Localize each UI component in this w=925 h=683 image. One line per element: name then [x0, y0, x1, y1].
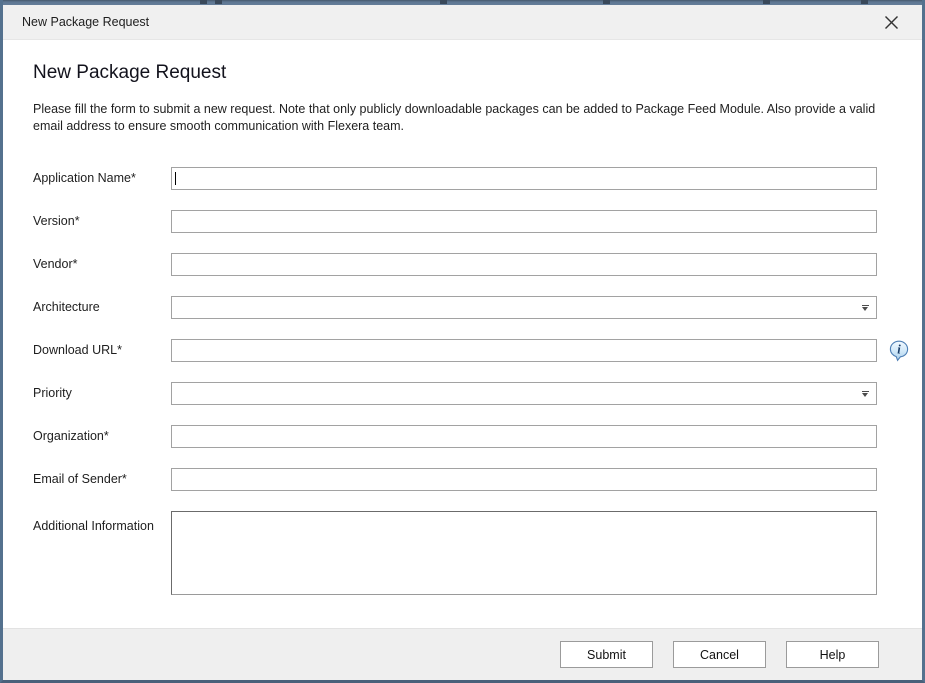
- organization-label: Organization*: [33, 425, 171, 443]
- dialog-content: New Package Request Please fill the form…: [3, 40, 922, 628]
- additional-information-label: Additional Information: [33, 511, 171, 533]
- architecture-label: Architecture: [33, 296, 171, 314]
- submit-button[interactable]: Submit: [560, 641, 653, 668]
- background-artifact: [861, 0, 868, 4]
- download-url-label: Download URL*: [33, 339, 171, 357]
- chevron-down-icon: [862, 391, 869, 397]
- background-artifact: [603, 0, 610, 4]
- priority-dropdown[interactable]: [171, 382, 877, 405]
- cancel-button[interactable]: Cancel: [673, 641, 766, 668]
- new-package-request-dialog: New Package Request New Package Request …: [0, 0, 925, 683]
- architecture-dropdown[interactable]: [171, 296, 877, 319]
- page-title: New Package Request: [33, 61, 877, 85]
- form-row-version: Version*: [33, 210, 877, 233]
- form-row-architecture: Architecture: [33, 296, 877, 319]
- request-form: Application Name* Version* Vendor* Archi…: [33, 167, 877, 595]
- email-of-sender-input[interactable]: [171, 468, 877, 491]
- svg-text:i: i: [897, 343, 901, 357]
- background-artifact: [440, 0, 447, 4]
- info-icon[interactable]: i: [887, 339, 911, 363]
- help-button[interactable]: Help: [786, 641, 879, 668]
- form-row-vendor: Vendor*: [33, 253, 877, 276]
- additional-information-textarea[interactable]: [171, 511, 877, 595]
- background-artifact: [763, 0, 770, 4]
- background-artifact: [200, 0, 207, 4]
- form-row-organization: Organization*: [33, 425, 877, 448]
- chevron-down-icon: [862, 305, 869, 311]
- window-title: New Package Request: [22, 15, 880, 29]
- application-name-label: Application Name*: [33, 167, 171, 185]
- form-row-download-url: Download URL*: [33, 339, 877, 362]
- form-row-priority: Priority: [33, 382, 877, 405]
- version-input[interactable]: [171, 210, 877, 233]
- vendor-input[interactable]: [171, 253, 877, 276]
- page-description: Please fill the form to submit a new req…: [33, 101, 899, 134]
- download-url-input[interactable]: [171, 339, 877, 362]
- title-bar[interactable]: New Package Request: [3, 5, 922, 40]
- background-artifact: [215, 0, 222, 4]
- vendor-label: Vendor*: [33, 253, 171, 271]
- email-of-sender-label: Email of Sender*: [33, 468, 171, 486]
- form-row-email: Email of Sender*: [33, 468, 877, 491]
- close-icon[interactable]: [880, 11, 902, 33]
- background-window-edge: [3, 0, 922, 5]
- version-label: Version*: [33, 210, 171, 228]
- application-name-input[interactable]: [171, 167, 877, 190]
- dialog-footer: Submit Cancel Help: [3, 628, 922, 680]
- organization-input[interactable]: [171, 425, 877, 448]
- form-row-additional-info: Additional Information: [33, 511, 877, 595]
- priority-label: Priority: [33, 382, 171, 400]
- form-row-application-name: Application Name*: [33, 167, 877, 190]
